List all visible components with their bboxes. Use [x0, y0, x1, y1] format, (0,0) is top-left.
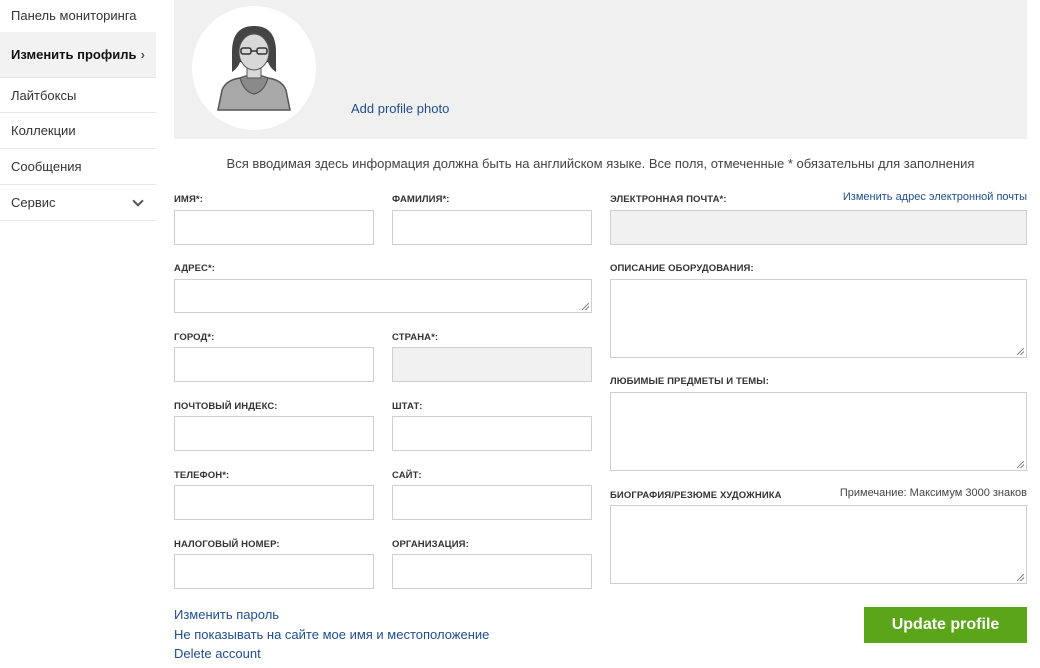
add-profile-photo-link[interactable]: Add profile photo [351, 101, 449, 116]
email-label: ЭЛЕКТРОННАЯ ПОЧТА*: [610, 194, 727, 205]
favorites-label: ЛЮБИМЫЕ ПРЕДМЕТЫ И ТЕМЫ: [610, 376, 769, 387]
sidebar-item-label: Сообщения [11, 159, 82, 174]
last-name-input[interactable] [392, 210, 592, 245]
sidebar-item-label: Изменить профиль [11, 47, 137, 62]
equipment-textarea[interactable] [610, 279, 1027, 358]
phone-label: ТЕЛЕФОН*: [174, 470, 230, 481]
phone-input[interactable] [174, 485, 374, 520]
chevron-down-icon [132, 194, 144, 207]
sidebar-item-service[interactable]: Сервис [0, 185, 156, 221]
sidebar-item-label: Сервис [11, 195, 56, 210]
sidebar-item-label: Коллекции [11, 123, 76, 138]
bio-label: БИОГРАФИЯ/РЕЗЮМЕ ХУДОЖНИКА [610, 490, 782, 501]
bio-textarea[interactable] [610, 505, 1027, 584]
change-password-link[interactable]: Изменить пароль [174, 607, 279, 622]
first-name-label: ИМЯ*: [174, 194, 203, 205]
address-label: АДРЕС*: [174, 263, 216, 274]
tax-number-input[interactable] [174, 554, 374, 589]
profile-photo-banner: Add profile photo [174, 0, 1027, 139]
state-input[interactable] [392, 416, 592, 451]
organization-label: ОРГАНИЗАЦИЯ: [392, 539, 469, 550]
sidebar-item-label: Лайтбоксы [11, 87, 77, 103]
zip-input[interactable] [174, 416, 374, 451]
country-label: СТРАНА*: [392, 332, 439, 343]
avatar-placeholder-icon [217, 26, 291, 111]
address-textarea[interactable] [174, 279, 592, 313]
chevron-right-icon: › [140, 47, 145, 62]
sidebar-item-label: Панель мониторинга [11, 8, 137, 23]
tax-number-label: НАЛОГОВЫЙ НОМЕР: [174, 539, 280, 550]
city-label: ГОРОД*: [174, 332, 215, 343]
state-label: ШТАТ: [392, 401, 423, 412]
organization-input[interactable] [392, 554, 592, 589]
sidebar-item-messages[interactable]: Сообщения [0, 149, 156, 185]
country-input[interactable] [392, 347, 592, 382]
last-name-label: ФАМИЛИЯ*: [392, 194, 450, 205]
city-input[interactable] [174, 347, 374, 382]
update-profile-button[interactable]: Update profile [864, 607, 1027, 643]
sidebar-item-collections[interactable]: Коллекции [0, 113, 156, 149]
sidebar-item-lightboxes[interactable]: Лайтбоксы [0, 77, 156, 113]
sidebar-item-edit-profile[interactable]: Изменить профиль › [0, 32, 156, 77]
website-label: САЙТ: [392, 470, 422, 481]
avatar[interactable] [192, 6, 316, 130]
hide-name-link[interactable]: Не показывать на сайте мое имя и местопо… [174, 627, 489, 642]
favorites-textarea[interactable] [610, 392, 1027, 471]
zip-label: ПОЧТОВЫЙ ИНДЕКС: [174, 401, 278, 412]
sidebar-nav: Панель мониторинга Изменить профиль › Ла… [0, 0, 156, 221]
first-name-input[interactable] [174, 210, 374, 245]
equipment-label: ОПИСАНИЕ ОБОРУДОВАНИЯ: [610, 263, 754, 274]
language-notice: Вся вводимая здесь информация должна быт… [226, 156, 975, 171]
website-input[interactable] [392, 485, 592, 520]
delete-account-link[interactable]: Delete account [174, 646, 261, 661]
email-input[interactable] [610, 210, 1027, 245]
change-email-link[interactable]: Изменить адрес электронной почты [843, 191, 1027, 203]
bio-max-note: Примечание: Максимум 3000 знаков [839, 487, 1027, 499]
sidebar-item-dashboard[interactable]: Панель мониторинга [0, 0, 156, 32]
